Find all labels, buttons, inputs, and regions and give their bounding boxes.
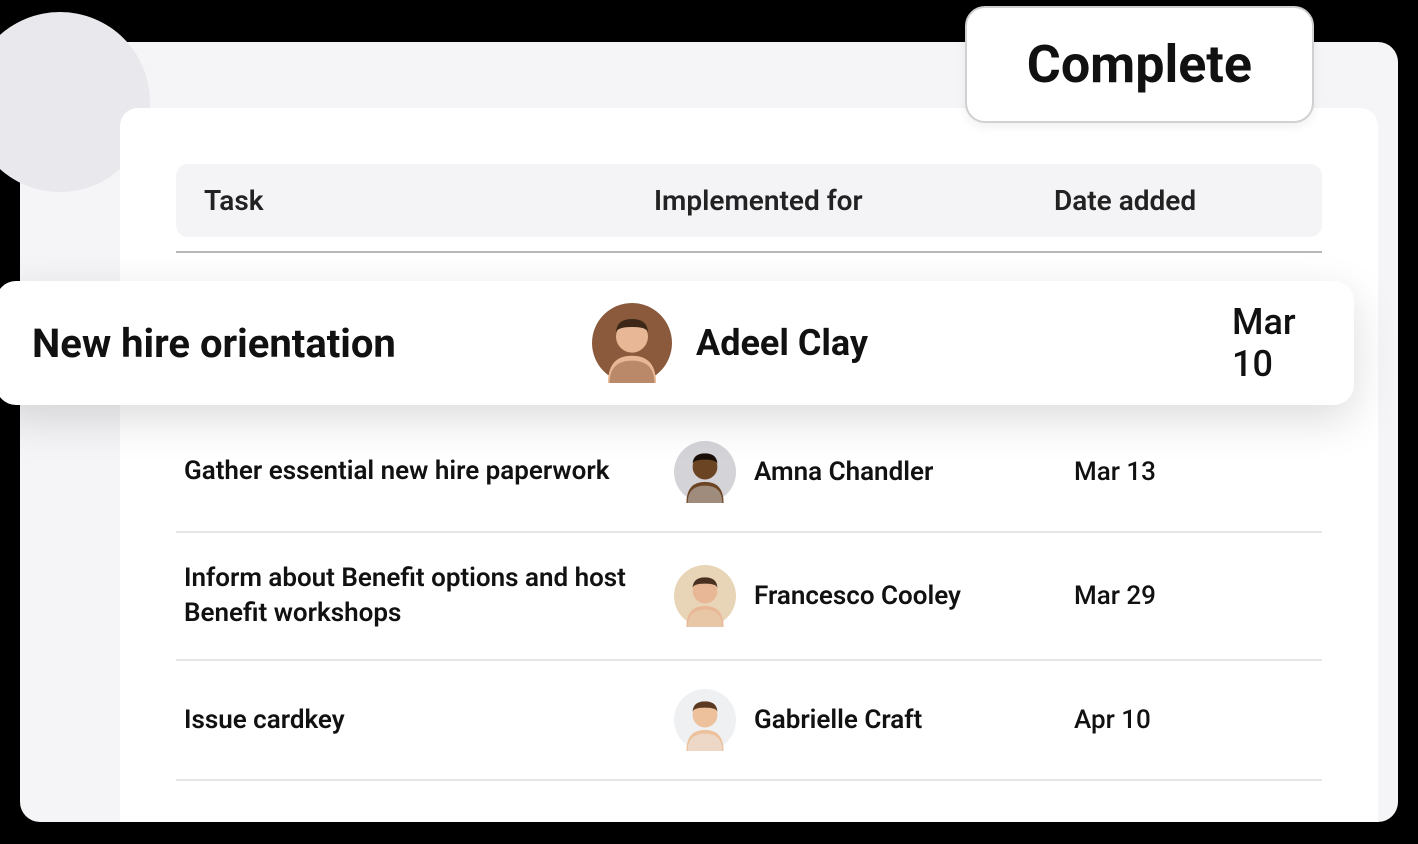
assignee-name: Gabrielle Craft [754, 705, 922, 735]
table-header: Task Implemented for Date added [176, 164, 1322, 237]
avatar [674, 565, 736, 627]
task-row[interactable]: Issue cardkey Gabrielle Craft Apr 10 [176, 661, 1322, 781]
assignee-cell: Amna Chandler [674, 441, 1074, 503]
assignee-name: Adeel Clay [696, 322, 868, 364]
status-tab-complete[interactable]: Complete [965, 6, 1314, 123]
task-name: Inform about Benefit options and host Be… [184, 561, 674, 631]
avatar [674, 441, 736, 503]
column-header-task: Task [204, 184, 654, 217]
app-frame: Complete Task Implemented for Date added… [20, 42, 1398, 822]
table-body: New hire orientation Adeel Clay Mar 10 G… [176, 253, 1322, 781]
assignee-cell: Francesco Cooley [674, 565, 1074, 627]
avatar [592, 303, 672, 383]
status-tab-label: Complete [1027, 34, 1252, 95]
assignee-cell: Gabrielle Craft [674, 689, 1074, 751]
assignee-cell: Adeel Clay [592, 303, 1232, 383]
task-row-highlighted[interactable]: New hire orientation Adeel Clay Mar 10 [0, 281, 1354, 405]
column-header-date-added: Date added [1054, 184, 1294, 217]
task-row[interactable]: Gather essential new hire paperwork Amna… [176, 413, 1322, 533]
assignee-name: Francesco Cooley [754, 581, 961, 611]
task-name: Gather essential new hire paperwork [184, 454, 674, 489]
date-added: Apr 10 [1074, 705, 1314, 735]
column-header-implemented-for: Implemented for [654, 184, 1054, 217]
task-name: New hire orientation [32, 320, 592, 367]
task-list-card: Task Implemented for Date added New hire… [120, 108, 1378, 822]
task-row[interactable]: Inform about Benefit options and host Be… [176, 533, 1322, 661]
date-added: Mar 13 [1074, 457, 1314, 487]
task-name: Issue cardkey [184, 703, 674, 738]
date-added: Mar 10 [1232, 301, 1318, 385]
date-added: Mar 29 [1074, 581, 1314, 611]
avatar [674, 689, 736, 751]
assignee-name: Amna Chandler [754, 457, 933, 487]
